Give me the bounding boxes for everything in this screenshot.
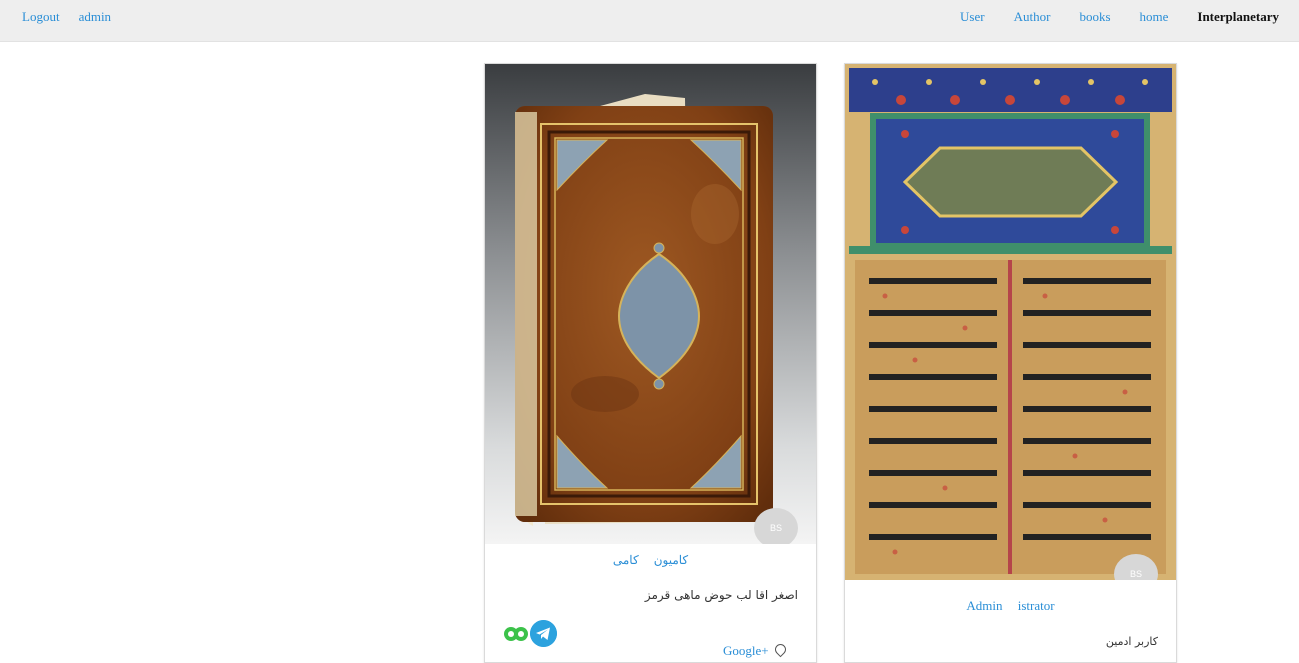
manuscript-illustration xyxy=(845,64,1176,580)
book-cover-image[interactable]: BS xyxy=(485,64,816,544)
author-link[interactable]: کامیون xyxy=(654,553,688,567)
nav-left-group: Logout admin xyxy=(22,9,130,25)
google-plus-link[interactable]: Google+ xyxy=(723,641,788,659)
nav-right-group: User Author books home Interplanetary xyxy=(931,9,1279,25)
nav-home-link[interactable]: home xyxy=(1140,9,1169,24)
author-link[interactable]: istrator xyxy=(1018,598,1055,613)
author-links: کامیون کامی xyxy=(485,553,816,568)
book-caption: اصغر اقا لب حوض ماهی قرمز xyxy=(644,588,798,602)
nav-user-link[interactable]: User xyxy=(960,9,985,24)
book-card: BS Admin istrator کاربر ادمین xyxy=(844,63,1177,663)
author-link[interactable]: کامی xyxy=(613,553,639,567)
illuminated-manuscript-image[interactable]: BS xyxy=(845,64,1176,580)
book-caption: کاربر ادمین xyxy=(1105,635,1158,648)
book-cover-illustration xyxy=(515,94,773,526)
logout-link[interactable]: Logout xyxy=(22,9,60,24)
google-plus-label: Google+ xyxy=(723,643,769,658)
book-card: BS کامیون کامی اصغر اقا لب حوض ماهی قرمز… xyxy=(484,63,817,663)
admin-link[interactable]: admin xyxy=(79,9,112,24)
nav-books-link[interactable]: books xyxy=(1079,9,1110,24)
top-navbar: Logout admin User Author books home Interplan… xyxy=(0,0,1299,42)
telegram-icon[interactable] xyxy=(530,620,557,647)
brand-link[interactable]: Interplanetary xyxy=(1197,9,1279,24)
map-pin-icon xyxy=(772,641,788,658)
share-green-icon[interactable] xyxy=(504,626,530,642)
author-avatar[interactable]: BS xyxy=(754,508,798,544)
author-link[interactable]: Admin xyxy=(966,598,1002,613)
nav-author-link[interactable]: Author xyxy=(1014,9,1051,24)
author-links: Admin istrator xyxy=(845,598,1176,614)
